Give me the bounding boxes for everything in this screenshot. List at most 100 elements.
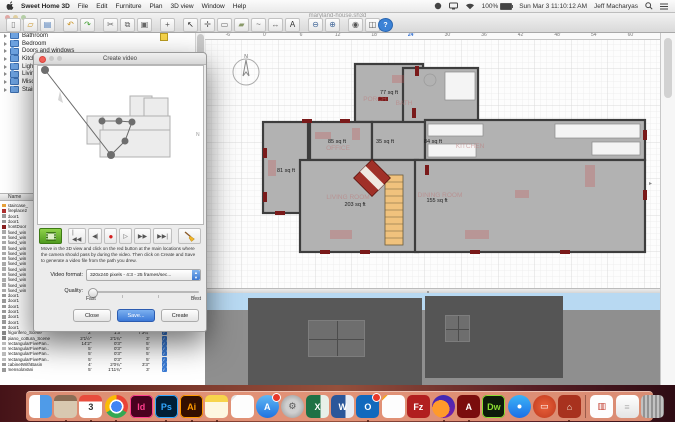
toolbar-button[interactable]: ▰ [234, 18, 249, 32]
toolbar-button[interactable]: ↶ [63, 18, 78, 32]
menu-clock[interactable]: Sun Mar 3 11:10:12 AM [519, 3, 587, 10]
dock-icon[interactable]: X [306, 395, 329, 418]
dock-icon[interactable]: Fz [407, 395, 430, 418]
toolbar-button[interactable]: + [160, 18, 175, 32]
dock-icon[interactable]: Dw [482, 395, 505, 418]
disclosure-triangle-icon[interactable] [4, 65, 7, 69]
dock-icon[interactable] [382, 395, 405, 418]
fast-forward-button[interactable]: ▶▶ [134, 228, 151, 244]
toolbar-button[interactable]: ▣ [137, 18, 152, 32]
step-back-button[interactable]: ◀| [88, 228, 102, 244]
skip-to-end-button[interactable]: ▶▶| [153, 228, 172, 244]
video-format-select[interactable]: 320x240 pixels - 4:3 - 25 frames/sec... … [86, 269, 201, 281]
menu-item[interactable]: Window [202, 3, 225, 10]
user-menu[interactable]: Jeff Macharyas [594, 3, 638, 10]
apple-menu-icon[interactable] [6, 1, 14, 12]
dock-icon[interactable]: A [457, 395, 480, 418]
visible-checkbox[interactable]: ✓ [162, 367, 167, 372]
dock-icon[interactable] [432, 395, 455, 418]
menu-item[interactable]: Plan [149, 3, 162, 10]
create-button[interactable]: Create [161, 309, 199, 322]
dock-icon[interactable]: ▭ [533, 395, 556, 418]
toolbar-button[interactable]: ◉ [348, 18, 363, 32]
dock-icon[interactable] [508, 395, 531, 418]
toolbar-button[interactable]: ~ [251, 18, 266, 32]
toolbar-button[interactable]: ✂ [103, 18, 118, 32]
close-button[interactable]: Close [73, 309, 111, 322]
quality-slider[interactable]: Fast Best [86, 286, 201, 302]
disclosure-triangle-icon[interactable] [4, 42, 7, 46]
record-button[interactable]: ● [104, 228, 117, 244]
disclosure-triangle-icon[interactable] [4, 72, 7, 76]
svg-text:84 sq ft: 84 sq ft [424, 139, 443, 145]
toolbar-button[interactable]: ▤ [40, 18, 55, 32]
slider-track[interactable] [88, 291, 199, 293]
dock-icon[interactable]: 3 [79, 395, 102, 418]
disclosure-triangle-icon[interactable] [4, 88, 7, 92]
disclosure-triangle-icon[interactable] [4, 49, 7, 53]
dialog-title-bar[interactable]: Create video [34, 53, 206, 65]
play-button[interactable]: ▷ [119, 228, 132, 244]
toolbar-button[interactable]: A [285, 18, 300, 32]
toolbar-button[interactable]: ⊖ [308, 18, 323, 32]
dock-icon[interactable] [585, 395, 586, 418]
disclosure-triangle-icon[interactable] [4, 57, 7, 61]
dock-icon[interactable] [105, 395, 128, 418]
toolbar-button[interactable]: ↔ [268, 18, 283, 32]
disclosure-triangle-icon[interactable] [4, 34, 7, 38]
toolbar-button[interactable]: ▯ [6, 18, 21, 32]
toolbar-button[interactable]: ↖ [183, 18, 198, 32]
compass-icon[interactable]: N [233, 54, 259, 85]
movie-format-button[interactable] [39, 228, 62, 244]
save-video-button[interactable]: Save... [117, 309, 155, 322]
dock-icon[interactable]: W [331, 395, 354, 418]
dock-icon[interactable] [54, 395, 77, 418]
menu-item[interactable]: Edit [96, 3, 107, 10]
plan-view[interactable]: -6'0'6'12'18'24'30'36'42'48'54'60' N [205, 32, 660, 288]
splitter-collapse-icon[interactable]: ▸ [649, 180, 652, 187]
3d-view[interactable] [205, 293, 660, 385]
menu-item[interactable]: File [78, 3, 88, 10]
staircase-shape[interactable] [385, 175, 403, 245]
display-mirroring-icon[interactable] [449, 2, 458, 10]
dock-icon[interactable]: Id [130, 395, 153, 418]
wifi-icon[interactable] [465, 2, 475, 10]
battery-status[interactable]: 100% [482, 3, 513, 10]
dock-icon[interactable] [205, 395, 228, 418]
camera-path-canvas[interactable]: N [38, 66, 203, 224]
toolbar-button[interactable]: ▭ [217, 18, 232, 32]
help-button[interactable]: ? [378, 18, 393, 32]
dock-icon[interactable]: Ps [155, 395, 178, 418]
menu-item[interactable]: 3D view [171, 3, 194, 10]
dock-icon[interactable]: ⚙ [281, 395, 304, 418]
toolbar-button[interactable]: ▱ [23, 18, 38, 32]
disclosure-triangle-icon[interactable] [4, 80, 7, 84]
dock-icon[interactable]: ≡ [616, 395, 639, 418]
dock-icon[interactable]: O [356, 395, 379, 418]
furniture-row[interactable]: mensolaVani 5' 1'11¾" 3' ✓ [0, 367, 205, 372]
floor-plan[interactable]: N [205, 32, 660, 288]
delete-path-button[interactable] [178, 228, 201, 244]
menu-app-name[interactable]: Sweet Home 3D [21, 3, 70, 10]
toolbar-button[interactable]: ✛ [200, 18, 215, 32]
dialog-close-button[interactable] [39, 56, 46, 63]
skip-to-start-button[interactable]: |◀◀ [68, 228, 86, 244]
dock-icon[interactable]: ⌂ [558, 395, 581, 418]
dock-icon[interactable] [29, 395, 52, 418]
menu-item[interactable]: Furniture [115, 3, 141, 10]
toolbar-button[interactable]: ⊕ [325, 18, 340, 32]
menu-extra-icon[interactable] [434, 2, 442, 10]
spotlight-icon[interactable] [645, 2, 653, 10]
dock-icon[interactable]: Ai [180, 395, 203, 418]
dock-icon[interactable] [231, 395, 254, 418]
name-column-header[interactable]: Name [8, 194, 21, 200]
toolbar-button[interactable]: ↷ [80, 18, 95, 32]
plan-scrollbar[interactable] [660, 32, 675, 385]
menu-item[interactable]: Help [233, 3, 246, 10]
dock-icon[interactable]: ▥ [590, 395, 613, 418]
notification-center-icon[interactable] [660, 3, 668, 10]
toolbar-button[interactable]: ⧉ [120, 18, 135, 32]
dock-icon[interactable]: A [256, 395, 279, 418]
dock-icon[interactable] [641, 395, 664, 418]
video-path-preview[interactable]: N [37, 65, 204, 225]
